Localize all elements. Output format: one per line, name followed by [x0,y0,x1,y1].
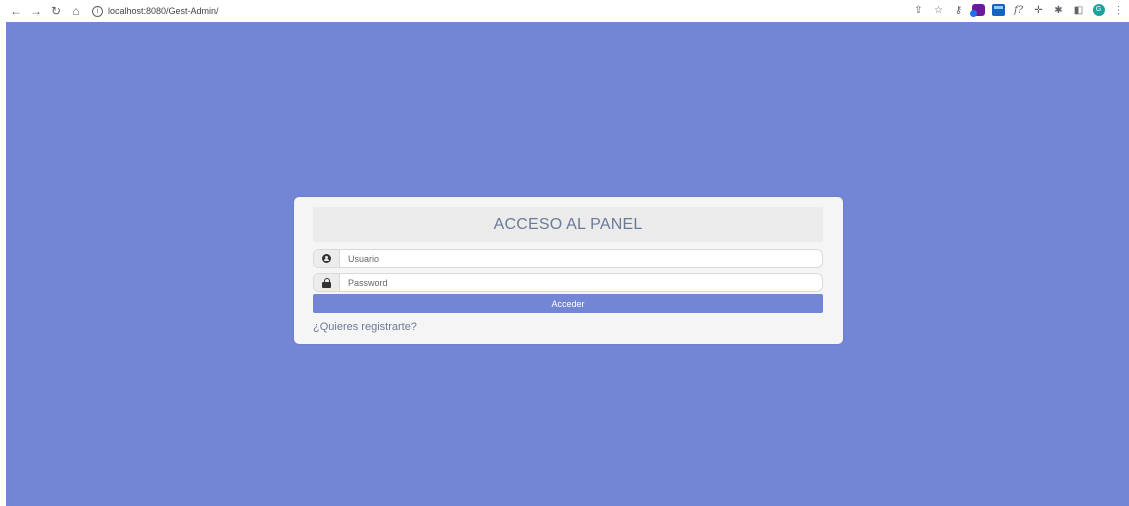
toolbar-actions: ⇪ ☆ ⚷ f? ✛ ✱ ◧ G ⋮ [912,3,1125,17]
user-icon [322,254,331,263]
lock-icon [322,277,331,288]
bookmark-star-icon[interactable]: ☆ [932,3,945,17]
avatar[interactable]: G [1092,3,1105,17]
side-panel-icon[interactable]: ◧ [1072,3,1085,17]
address-bar[interactable]: i localhost:8080/Gest-Admin/ [92,5,219,17]
forward-arrow-icon[interactable]: → [28,3,44,19]
page-background: ACCESO AL PANEL Acceder ¿Quieres registr… [6,22,1129,506]
browser-toolbar: ← → ↻ ⌂ i localhost:8080/Gest-Admin/ ⇪ ☆… [0,0,1129,22]
lock-addon [314,274,340,291]
key-icon[interactable]: ⚷ [952,3,965,17]
home-icon[interactable]: ⌂ [68,3,84,19]
password-field [313,273,823,292]
extension-icon[interactable] [970,3,985,17]
login-panel: ACCESO AL PANEL Acceder ¿Quieres registr… [294,197,843,344]
user-addon [314,250,340,267]
function-extension-icon[interactable]: f? [1012,3,1025,17]
puzzle-icon[interactable]: ✱ [1052,3,1065,17]
login-title: ACCESO AL PANEL [313,207,823,242]
url-text[interactable]: localhost:8080/Gest-Admin/ [108,6,219,16]
crosshair-extension-icon[interactable]: ✛ [1032,3,1045,17]
back-arrow-icon[interactable]: ← [8,3,24,19]
share-icon[interactable]: ⇪ [912,3,925,17]
site-info-icon[interactable]: i [92,5,103,17]
username-field [313,249,823,268]
password-input[interactable] [348,275,808,290]
login-button[interactable]: Acceder [313,294,823,313]
reload-icon[interactable]: ↻ [48,3,64,19]
extension-icon[interactable] [992,3,1005,17]
more-menu-icon[interactable]: ⋮ [1112,3,1125,17]
register-link[interactable]: ¿Quieres registrarte? [313,321,417,333]
username-input[interactable] [348,251,808,266]
